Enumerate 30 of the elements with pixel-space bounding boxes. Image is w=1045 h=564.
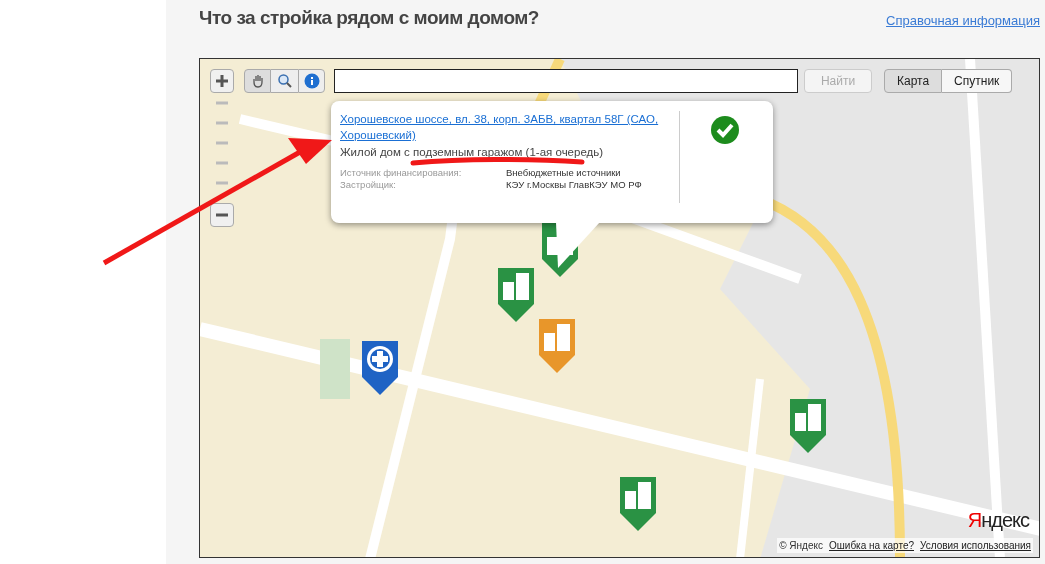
footer-link[interactable]: Ошибка на карте? — [829, 538, 914, 553]
building-marker-icon[interactable] — [620, 477, 656, 531]
detail-label: Источник финансирования: — [340, 167, 463, 179]
magnifier-icon — [276, 73, 293, 89]
detail-value: КЭУ г.Москвы ГлавКЭУ МО РФ — [506, 179, 642, 191]
building-marker-icon[interactable] — [498, 268, 534, 322]
page-title: Что за стройка рядом с моим домом? — [199, 5, 539, 30]
help-link[interactable]: Справочная информация — [886, 10, 1040, 30]
info-button[interactable] — [298, 69, 325, 93]
object-title: Жилой дом с подземным гаражом (1-ая очередь) — [340, 145, 605, 160]
plus-icon — [215, 74, 229, 88]
map-type-tab[interactable]: Спутник — [942, 69, 1013, 93]
medical-marker-icon[interactable] — [362, 341, 398, 395]
zoom-in-button[interactable] — [210, 69, 234, 93]
detail-value: Внебюджетные источники — [506, 167, 621, 179]
info-icon — [303, 73, 320, 89]
detail-label: Застройщик: — [340, 179, 397, 191]
address-link[interactable]: Хорошевское шоссе, вл. 38, корп. 3АБВ, квартал 58Г (САО, Хорошевский) — [340, 111, 677, 143]
copyright-text: © Яндекс — [779, 539, 823, 553]
footer-link[interactable]: Условия использования — [920, 538, 1031, 553]
check-icon — [709, 115, 740, 145]
yandex-logo: Яндекс — [967, 508, 1029, 533]
zoom-out-button[interactable] — [210, 203, 234, 227]
pan-tool-button[interactable] — [244, 69, 271, 93]
building-marker-icon[interactable] — [790, 399, 826, 453]
search-field[interactable] — [334, 69, 798, 93]
zoom-area-button[interactable] — [271, 69, 298, 93]
map-type-tab[interactable]: Карта — [884, 69, 943, 93]
hand-icon — [250, 74, 265, 88]
building-marker-icon[interactable] — [539, 319, 575, 373]
